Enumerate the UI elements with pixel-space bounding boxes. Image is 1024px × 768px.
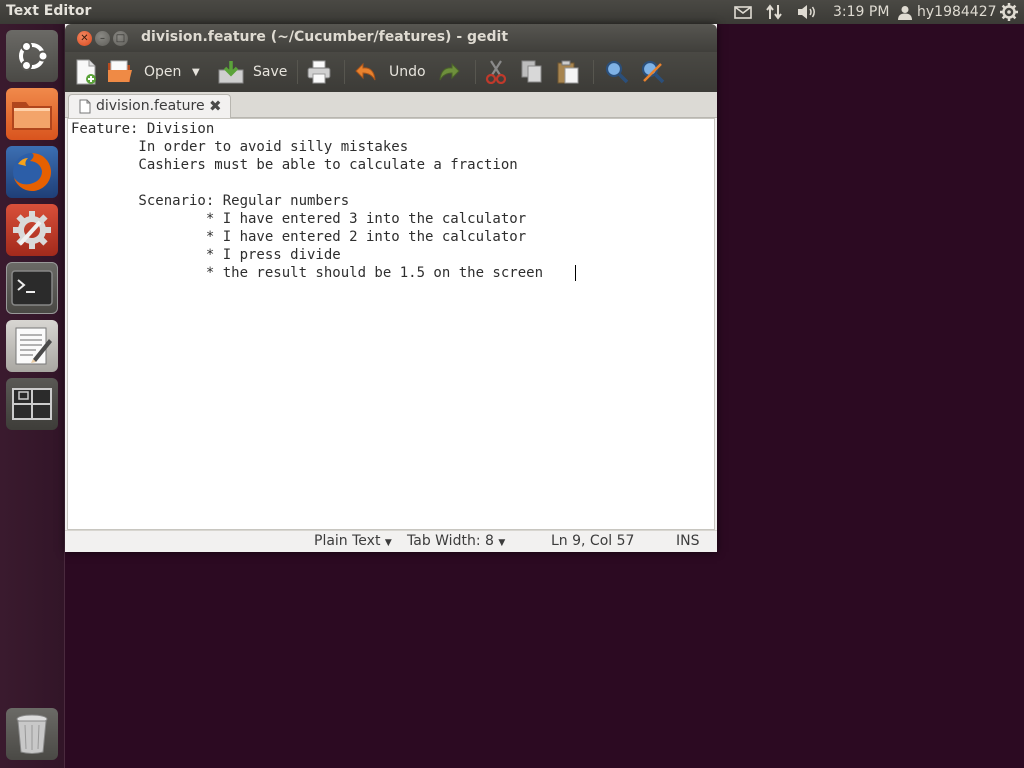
save-icon-button[interactable]	[218, 56, 246, 88]
toolbar-separator	[344, 60, 345, 84]
tab-label: division.feature	[96, 98, 205, 114]
find-replace-button[interactable]	[641, 56, 667, 88]
paste-button[interactable]	[556, 56, 582, 88]
app-title: Text Editor	[6, 3, 92, 19]
mail-icon[interactable]	[733, 2, 753, 22]
code-line: * I have entered 3 into the calculator	[71, 211, 527, 227]
user-name[interactable]: hy1984427	[917, 2, 997, 22]
code-line: Scenario: Regular numbers	[71, 193, 350, 209]
print-icon	[307, 60, 331, 84]
cursor-position: Ln 9, Col 57	[551, 533, 635, 549]
tab-division-feature[interactable]: division.feature ✖	[68, 94, 231, 118]
code-line: Feature: Division	[71, 121, 215, 137]
settings-icon	[13, 211, 51, 249]
status-bar: Plain Text ▼ Tab Width: 8 ▼ Ln 9, Col 57…	[65, 530, 717, 552]
code-line: * I press divide	[71, 247, 341, 263]
top-panel: Text Editor 3:19 PM hy1984427	[0, 0, 1024, 24]
tab-bar: division.feature ✖	[65, 92, 717, 118]
workspace-switcher-icon	[12, 388, 52, 420]
undo-icon	[355, 62, 376, 81]
launcher	[0, 24, 65, 768]
undo-icon-button[interactable]	[354, 56, 382, 88]
paste-icon	[557, 60, 579, 84]
redo-icon	[439, 62, 460, 81]
redo-button[interactable]	[437, 56, 465, 88]
folder-icon	[12, 102, 52, 130]
tab-width-selector[interactable]: Tab Width: 8 ▼	[407, 533, 505, 549]
user-icon[interactable]	[897, 2, 913, 22]
chevron-down-icon: ▼	[384, 538, 392, 548]
dash-home-button[interactable]	[6, 30, 58, 82]
language-label: Plain Text	[314, 533, 381, 549]
terminal-icon	[11, 270, 53, 306]
window-titlebar[interactable]: ✕ – □ division.feature (~/Cucumber/featu…	[65, 24, 717, 52]
terminal-launcher[interactable]	[6, 262, 58, 314]
open-button[interactable]: Open	[144, 56, 181, 88]
language-selector[interactable]: Plain Text ▼	[314, 533, 392, 549]
tab-width-label: Tab Width: 8	[407, 533, 494, 549]
firefox-icon	[13, 152, 52, 191]
clock[interactable]: 3:19 PM	[833, 2, 889, 22]
firefox-launcher[interactable]	[6, 146, 58, 198]
open-icon-button[interactable]	[107, 56, 139, 88]
open-recent-dropdown[interactable]: ▼	[192, 56, 206, 88]
insert-mode: INS	[676, 533, 700, 549]
cut-button[interactable]	[485, 56, 511, 88]
find-button[interactable]	[605, 56, 631, 88]
ubuntu-logo-icon	[19, 41, 49, 71]
window-title: division.feature (~/Cucumber/features) -…	[141, 29, 509, 45]
close-window-button[interactable]: ✕	[77, 31, 92, 46]
text-editor-icon	[15, 327, 52, 365]
minimize-window-button[interactable]: –	[95, 31, 110, 46]
text-editor-launcher[interactable]	[6, 320, 58, 372]
document-icon	[79, 99, 91, 114]
trash-icon	[16, 714, 48, 754]
workspace-switcher-launcher[interactable]	[6, 378, 58, 430]
open-folder-icon	[108, 60, 132, 82]
save-button[interactable]: Save	[253, 56, 287, 88]
chevron-down-icon: ▼	[498, 538, 506, 548]
find-replace-icon	[641, 60, 665, 84]
code-line: * the result should be 1.5 on the screen	[71, 265, 544, 281]
code-line: * I have entered 2 into the calculator	[71, 229, 527, 245]
undo-button[interactable]: Undo	[389, 56, 426, 88]
copy-icon	[521, 60, 542, 83]
system-settings-launcher[interactable]	[6, 204, 58, 256]
text-caret	[575, 265, 576, 281]
toolbar-separator	[297, 60, 298, 84]
copy-button[interactable]	[521, 56, 547, 88]
new-document-icon	[76, 59, 96, 85]
code-line: Cashiers must be able to calculate a fra…	[71, 157, 518, 173]
gear-icon[interactable]	[998, 2, 1020, 22]
search-icon	[605, 60, 629, 84]
trash-launcher[interactable]	[6, 708, 58, 760]
network-icon[interactable]	[764, 2, 784, 22]
close-tab-icon[interactable]: ✖	[209, 97, 222, 115]
save-icon	[218, 61, 244, 84]
code-line: In order to avoid silly mistakes	[71, 139, 409, 155]
files-launcher[interactable]	[6, 88, 58, 140]
text-editor-area[interactable]: Feature: Division In order to avoid sill…	[67, 118, 715, 530]
print-button[interactable]	[307, 56, 333, 88]
maximize-window-button[interactable]: □	[113, 31, 128, 46]
cut-icon	[485, 60, 507, 84]
toolbar-separator	[593, 60, 594, 84]
volume-icon[interactable]	[795, 2, 819, 22]
toolbar: Open ▼ Save Undo	[65, 52, 717, 92]
gedit-window: ✕ – □ division.feature (~/Cucumber/featu…	[65, 24, 717, 552]
new-document-button[interactable]	[75, 56, 101, 88]
toolbar-separator	[475, 60, 476, 84]
